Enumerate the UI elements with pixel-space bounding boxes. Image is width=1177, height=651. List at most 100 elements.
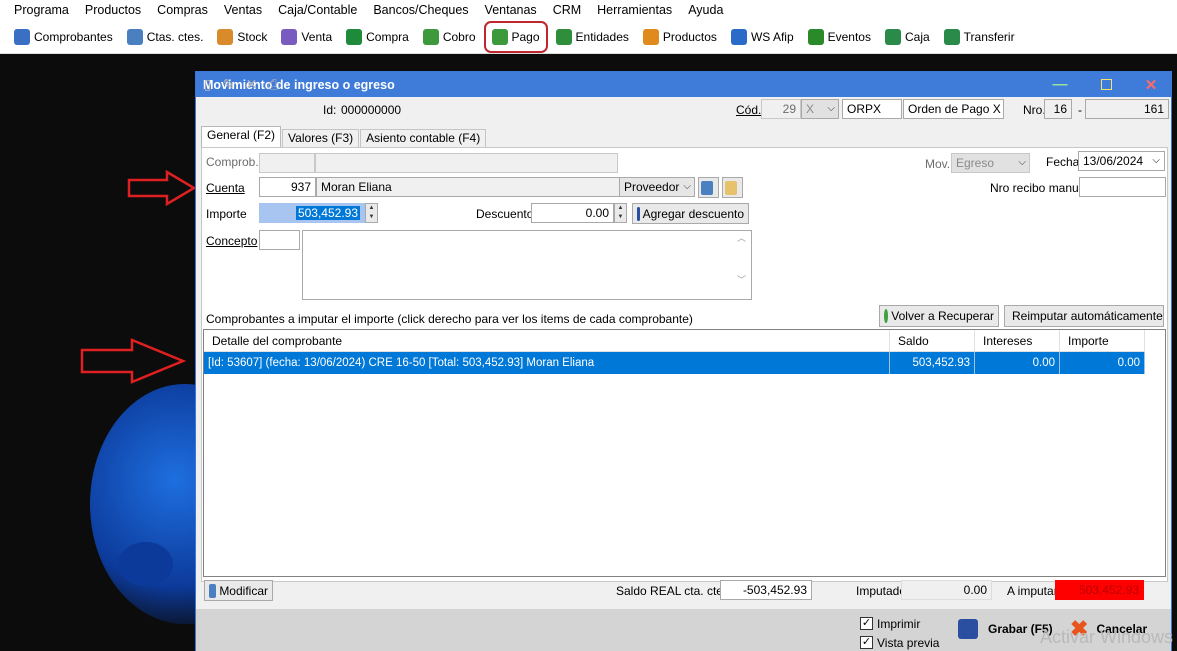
toolbar-cobro-button[interactable]: Cobro	[417, 24, 482, 50]
comprobantes-grid[interactable]: Detalle del comprobante Saldo Intereses …	[203, 329, 1166, 577]
account-card-icon	[701, 180, 713, 195]
toolbar-eventos-button[interactable]: Eventos	[802, 24, 877, 50]
saldo-real-label: Saldo REAL cta. cte.	[616, 584, 727, 598]
toolbar-ctas-ctes-button[interactable]: Ctas. ctes.	[121, 24, 210, 50]
reimputar-button[interactable]: Reimputar automáticamente	[1004, 305, 1164, 327]
account-card-button[interactable]	[698, 177, 719, 198]
activate-windows-watermark: Activar Windows	[1040, 627, 1174, 647]
descuento-spinner[interactable]: ▲ ▼	[614, 203, 627, 223]
toolbar-caja-button[interactable]: Caja	[879, 24, 936, 50]
edit-doc-icon[interactable]: ✎	[221, 77, 236, 92]
descuento-field[interactable]: 0.00	[531, 203, 614, 223]
nro-recibo-label: Nro recibo manual	[990, 181, 1089, 195]
toolbar-label: Comprobantes	[34, 29, 113, 44]
id-value: 000000000	[341, 103, 402, 117]
menu-bar: Programa Productos Compras Ventas Caja/Conta…	[0, 0, 946, 20]
chevron-down-icon: ⌵	[683, 181, 691, 192]
toolbar-pago-button[interactable]: Pago	[483, 20, 548, 53]
menu-crm[interactable]: CRM	[545, 1, 589, 19]
menu-caja-contable[interactable]: Caja/Contable	[270, 1, 365, 19]
concepto-text-area[interactable]	[302, 230, 752, 300]
toolbar-label: Stock	[237, 29, 268, 44]
nro-punto-field[interactable]: 16	[1044, 99, 1072, 119]
cuenta-type-value: Proveedor	[624, 180, 680, 194]
menu-programa[interactable]: Programa	[6, 1, 77, 19]
importe-field[interactable]: 503,452.93	[259, 203, 365, 223]
menu-compras[interactable]: Compras	[149, 1, 216, 19]
toolbar-ws-afip-button[interactable]: WS Afip	[725, 24, 800, 50]
menu-bancos-cheques[interactable]: Bancos/Cheques	[365, 1, 476, 19]
tab-general[interactable]: General (F2)	[201, 126, 282, 147]
chevron-down-icon: ⌵	[1018, 157, 1026, 168]
cod-value-field[interactable]: 29	[761, 99, 801, 119]
vista-previa-checkbox[interactable]: ✓	[860, 636, 873, 649]
cart-icon	[346, 28, 363, 45]
col-importe[interactable]: Importe	[1060, 330, 1145, 352]
toolbar-label: Productos	[662, 29, 717, 44]
cuenta-num-field[interactable]: 937	[259, 177, 316, 197]
agregar-descuento-button[interactable]: Agregar descuento	[632, 203, 749, 224]
close-button[interactable]: ✕	[1131, 72, 1171, 97]
col-intereses[interactable]: Intereses	[975, 330, 1060, 352]
new-doc-icon[interactable]: ▯	[200, 77, 215, 92]
fecha-field[interactable]: 13/06/2024 ⌵	[1078, 151, 1165, 171]
menu-ventas[interactable]: Ventas	[216, 1, 270, 19]
cod-code-field[interactable]: ORPX	[842, 99, 902, 119]
grabar-button[interactable]: Grabar (F5)	[958, 619, 1053, 639]
toolbar-venta-button[interactable]: Venta	[275, 24, 338, 50]
nro-value-field[interactable]: 161	[1085, 99, 1169, 119]
col-detalle[interactable]: Detalle del comprobante	[204, 330, 890, 352]
toolbar-transferir-button[interactable]: Transferir	[938, 24, 1021, 50]
menu-productos[interactable]: Productos	[77, 1, 149, 19]
folder-icon	[725, 180, 737, 195]
toolbar-stock-button[interactable]: Stock	[211, 24, 273, 50]
boxes-icon	[217, 28, 234, 45]
cod-dropdown[interactable]: X ⌵	[801, 99, 839, 119]
modificar-button[interactable]: Modificar	[204, 580, 273, 601]
importe-spinner[interactable]: ▲ ▼	[365, 203, 378, 223]
imputado-label: Imputado	[856, 584, 907, 598]
imprimir-checkbox[interactable]: ✓	[860, 617, 873, 630]
accounts-icon	[126, 28, 143, 45]
background-logo-dot	[118, 542, 173, 586]
main-toolbar: Comprobantes Ctas. ctes. Stock Venta Compra C…	[0, 20, 1177, 54]
money-out-icon	[491, 28, 508, 45]
dialog-tabs: General (F2) Valores (F3) Asiento contab…	[201, 126, 487, 147]
menu-ayuda[interactable]: Ayuda	[680, 1, 731, 19]
documents-icon	[14, 28, 30, 45]
a-imputar-label: A imputar	[1007, 584, 1058, 598]
toolbar-compra-button[interactable]: Compra	[340, 24, 415, 50]
cuenta-type-dropdown[interactable]: Proveedor ⌵	[619, 177, 695, 197]
tab-valores[interactable]: Valores (F3)	[282, 129, 360, 147]
volver-recuperar-button[interactable]: Volver a Recuperar	[879, 305, 999, 327]
id-label: Id:	[323, 103, 337, 117]
concepto-label[interactable]: Concepto	[206, 233, 257, 249]
toolbar-productos-button[interactable]: Productos	[637, 24, 723, 50]
row-importe: 0.00	[1060, 352, 1145, 374]
mov-dropdown[interactable]: Egreso ⌵	[951, 153, 1030, 173]
concepto-scrollbar[interactable]: ︿ ﹀	[733, 231, 750, 299]
toolbar-entidades-button[interactable]: Entidades	[550, 24, 635, 50]
menu-herramientas[interactable]: Herramientas	[589, 1, 680, 19]
tab-asiento[interactable]: Asiento contable (F4)	[360, 129, 487, 147]
cod-desc-field[interactable]: Orden de Pago X	[903, 99, 1004, 119]
col-saldo[interactable]: Saldo	[890, 330, 975, 352]
toolbar-label: Venta	[301, 29, 333, 44]
nro-recibo-field[interactable]	[1079, 177, 1166, 197]
descuento-label: Descuento	[476, 207, 534, 221]
delete-icon[interactable]: ✕	[244, 77, 259, 92]
cuenta-name-field[interactable]: Moran Eliana	[316, 177, 620, 197]
toolbar-label: WS Afip	[750, 29, 794, 44]
table-row[interactable]: [Id: 53607] (fecha: 13/06/2024) CRE 16-5…	[204, 352, 1145, 374]
maximize-button[interactable]	[1086, 72, 1126, 97]
row-saldo: 503,452.93	[890, 352, 975, 374]
minimize-button[interactable]: —	[1040, 72, 1080, 97]
folder-button[interactable]	[722, 177, 743, 198]
cuenta-label[interactable]: Cuenta	[206, 180, 245, 196]
print-icon[interactable]: ⎙	[266, 77, 281, 92]
concepto-code-field[interactable]	[259, 230, 300, 250]
annotation-arrow-row	[80, 338, 186, 384]
toolbar-comprobantes-button[interactable]: Comprobantes	[8, 24, 119, 50]
menu-ventanas[interactable]: Ventanas	[477, 1, 545, 19]
save-disk-icon	[958, 619, 978, 639]
